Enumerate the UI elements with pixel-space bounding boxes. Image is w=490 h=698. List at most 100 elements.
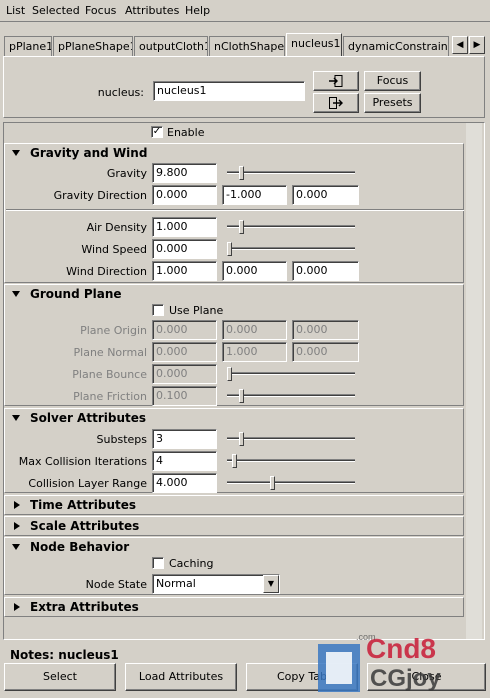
plane-bounce-label: Plane Bounce [72,368,147,381]
section-scale-attributes[interactable]: Scale Attributes [4,516,464,536]
wind-direction-label: Wind Direction [66,265,147,278]
ground-plane-title: Ground Plane [30,287,122,301]
watermark-logo: Cnd8 CGjoy .com [318,628,488,694]
node-header: nucleus: nucleus1 Focus Presets [3,56,485,118]
menu-attributes[interactable]: Attributes [125,4,179,17]
gravity-wind-header[interactable]: Gravity and Wind [5,144,465,163]
wind-direction-y-field[interactable]: 0.000 [222,261,287,281]
tab-outputcloth1[interactable]: outputCloth1 [134,36,208,56]
node-name-field[interactable]: nucleus1 [153,81,305,101]
wind-direction-x-field[interactable]: 1.000 [152,261,217,281]
time-attributes-title: Time Attributes [30,498,137,512]
plane-normal-z-field: 0.000 [292,342,359,362]
chevron-down-icon[interactable]: ▼ [263,575,279,593]
gravity-direction-label: Gravity Direction [53,189,147,202]
section-node-behavior: Node Behavior Caching Node State Normal … [4,537,464,595]
attribute-editor-panel: ✓ Enable Gravity and Wind Gravity 9.800 … [3,122,485,640]
tab-scroll-right-icon[interactable]: ▶ [469,36,485,54]
air-density-slider[interactable] [227,220,355,234]
plane-normal-y-field: 1.000 [222,342,287,362]
air-density-field[interactable]: 1.000 [152,217,217,237]
wind-speed-field[interactable]: 0.000 [152,239,217,259]
gravity-field[interactable]: 9.800 [152,163,217,183]
air-density-label: Air Density [86,221,147,234]
divider [6,209,464,211]
substeps-label: Substeps [96,433,147,446]
expand-triangle-icon [14,501,20,509]
expand-triangle-icon [14,522,20,530]
plane-normal-x-field: 0.000 [152,342,217,362]
plane-origin-label: Plane Origin [80,324,147,337]
enable-checkbox[interactable]: ✓ [151,126,163,138]
gravity-direction-z-field[interactable]: 0.000 [292,185,359,205]
substeps-slider[interactable] [227,432,355,446]
ground-plane-header[interactable]: Ground Plane [5,285,465,304]
wind-speed-slider[interactable] [227,242,355,256]
use-plane-label: Use Plane [169,304,224,317]
select-button[interactable]: Select [4,663,116,691]
caching-checkbox[interactable] [152,557,164,569]
load-attributes-button[interactable]: Load Attributes [125,663,237,691]
max-collision-iterations-slider[interactable] [227,454,355,468]
collapse-triangle-icon [12,415,20,421]
substeps-field[interactable]: 3 [152,429,217,449]
menu-selected[interactable]: Selected [32,4,80,17]
node-name-label: nucleus: [97,86,144,99]
node-behavior-header[interactable]: Node Behavior [5,538,465,557]
gravity-slider[interactable] [227,166,355,180]
section-solver-attributes: Solver Attributes Substeps 3 Max Collisi… [4,408,464,493]
collapse-triangle-icon [12,291,20,297]
use-plane-checkbox[interactable] [152,304,164,316]
section-extra-attributes[interactable]: Extra Attributes [4,597,464,617]
tab-dynamicconstraintshape[interactable]: dynamicConstraintSha [343,36,449,56]
plane-friction-slider [227,389,355,403]
input-connection-icon [329,75,343,87]
output-connections-button[interactable] [313,93,359,113]
solver-attributes-header[interactable]: Solver Attributes [5,409,465,428]
plane-origin-z-field: 0.000 [292,320,359,340]
node-tab-bar: pPlane1 pPlaneShape1 outputCloth1 nCloth… [0,30,490,56]
tab-scroll-left-icon[interactable]: ◀ [452,36,468,54]
collapse-triangle-icon [12,150,20,156]
scale-attributes-title: Scale Attributes [30,519,140,533]
expand-triangle-icon [14,603,20,611]
plane-origin-y-field: 0.000 [222,320,287,340]
svg-text:CGjoy: CGjoy [370,665,441,692]
focus-button[interactable]: Focus [364,71,421,91]
node-behavior-title: Node Behavior [30,540,130,554]
vertical-scrollbar[interactable] [466,123,482,639]
caching-label: Caching [169,557,214,570]
gravity-wind-title: Gravity and Wind [30,146,148,160]
input-connections-button[interactable] [313,71,359,91]
plane-bounce-field: 0.000 [152,364,217,384]
presets-button[interactable]: Presets [364,93,421,113]
section-time-attributes[interactable]: Time Attributes [4,495,464,515]
plane-origin-x-field: 0.000 [152,320,217,340]
menu-list[interactable]: List [6,4,25,17]
collapse-triangle-icon [12,544,20,550]
gravity-direction-y-field[interactable]: -1.000 [222,185,287,205]
collision-layer-range-slider[interactable] [227,476,355,490]
collision-layer-range-label: Collision Layer Range [28,477,147,490]
wind-speed-label: Wind Speed [81,243,147,256]
wind-direction-z-field[interactable]: 0.000 [292,261,359,281]
node-state-dropdown[interactable]: Normal ▼ [152,574,280,594]
menu-focus[interactable]: Focus [85,4,116,17]
section-ground-plane: Ground Plane Use Plane Plane Origin 0.00… [4,284,464,406]
output-connection-icon [329,97,343,109]
tab-pplane1[interactable]: pPlane1 [4,36,52,56]
tab-nucleus1[interactable]: nucleus1 [286,33,342,56]
svg-text:.com: .com [356,632,376,642]
section-gravity-and-wind: Gravity and Wind Gravity 9.800 Gravity D… [4,143,464,283]
solver-attributes-title: Solver Attributes [30,411,146,425]
gravity-label: Gravity [106,167,147,180]
tab-pplaneshape1[interactable]: pPlaneShape1 [53,36,133,56]
menu-help[interactable]: Help [185,4,210,17]
max-collision-iterations-field[interactable]: 4 [152,451,217,471]
tab-nclothshape1[interactable]: nClothShape1 [209,36,285,56]
menu-bar: List Selected Focus Attributes Help [0,0,490,22]
collision-layer-range-field[interactable]: 4.000 [152,473,217,493]
extra-attributes-title: Extra Attributes [30,600,139,614]
plane-normal-label: Plane Normal [73,346,147,359]
gravity-direction-x-field[interactable]: 0.000 [152,185,217,205]
